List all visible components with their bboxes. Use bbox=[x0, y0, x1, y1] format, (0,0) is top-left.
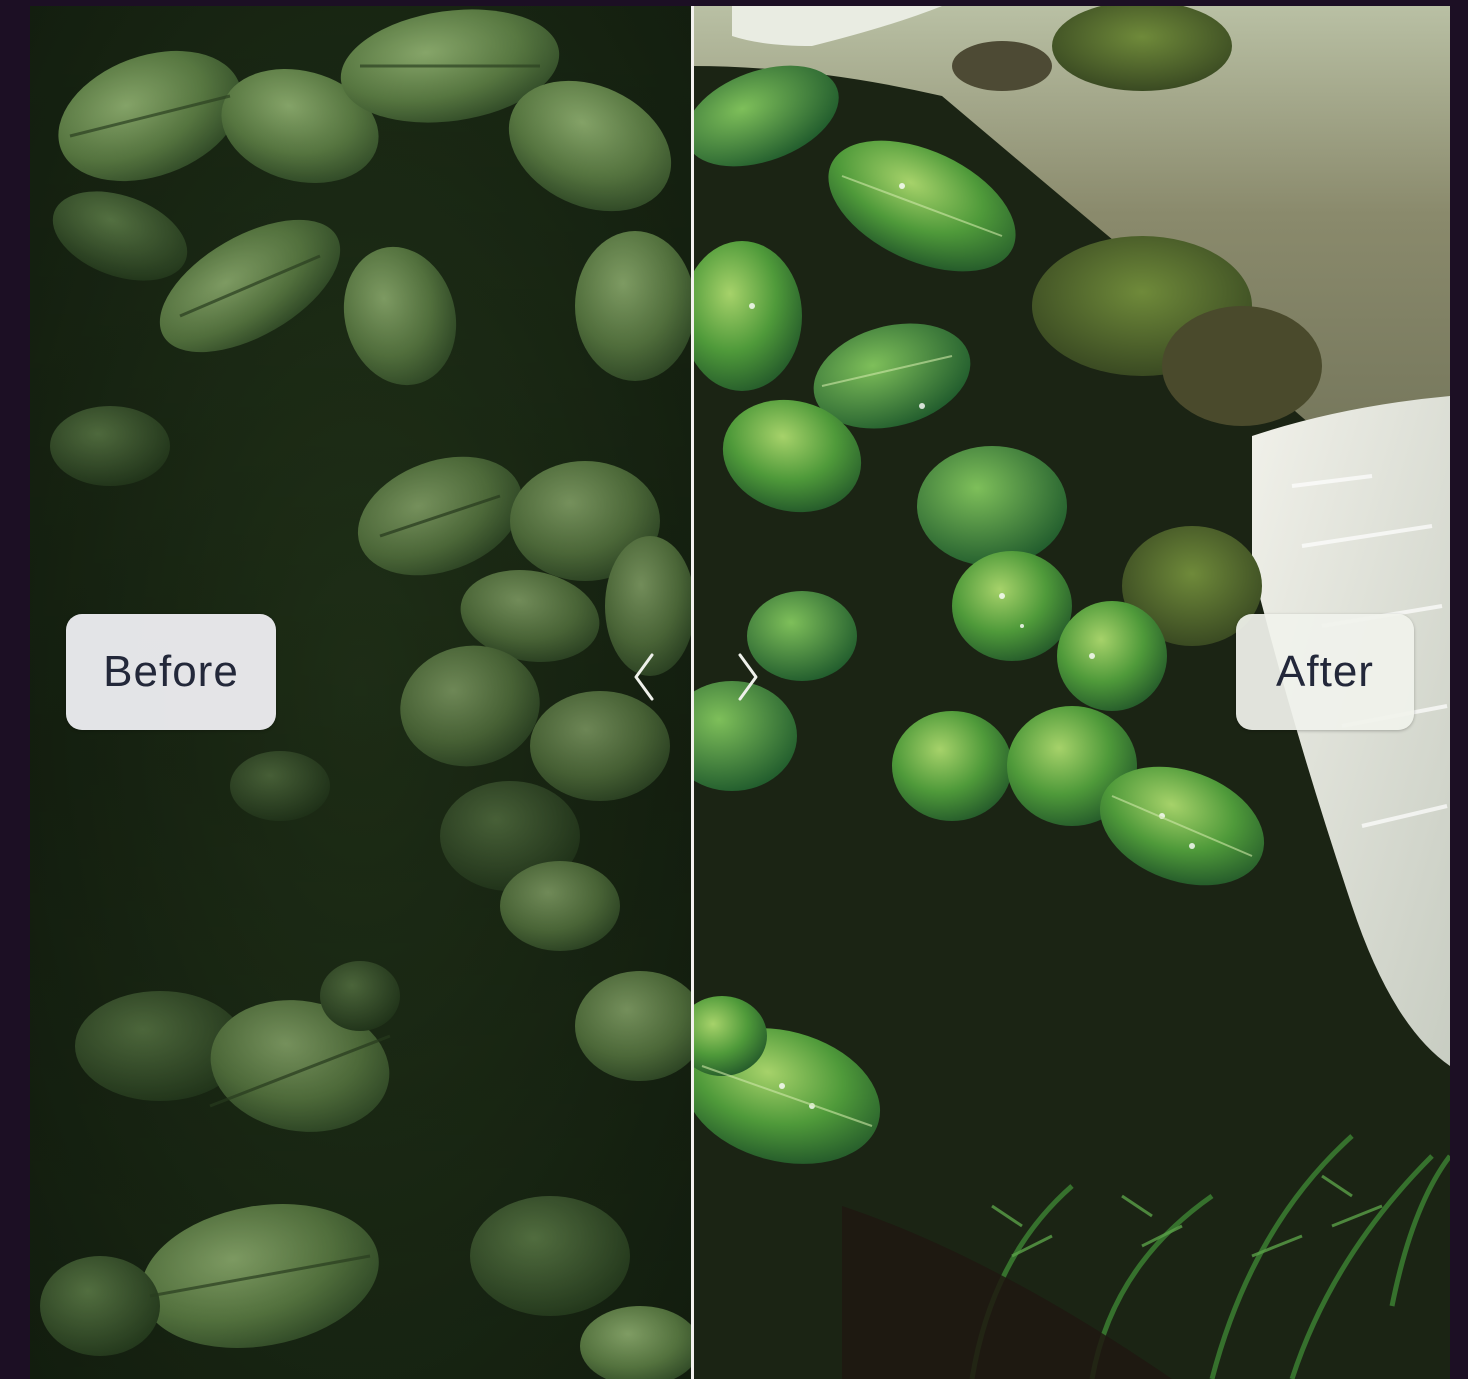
after-label: After bbox=[1236, 614, 1414, 730]
chevron-right-icon[interactable] bbox=[734, 651, 762, 703]
before-after-slider[interactable]: Before After bbox=[30, 6, 1450, 1379]
chevron-left-icon[interactable] bbox=[630, 651, 658, 703]
split-divider-handle[interactable] bbox=[691, 6, 694, 1379]
before-label: Before bbox=[66, 614, 276, 730]
